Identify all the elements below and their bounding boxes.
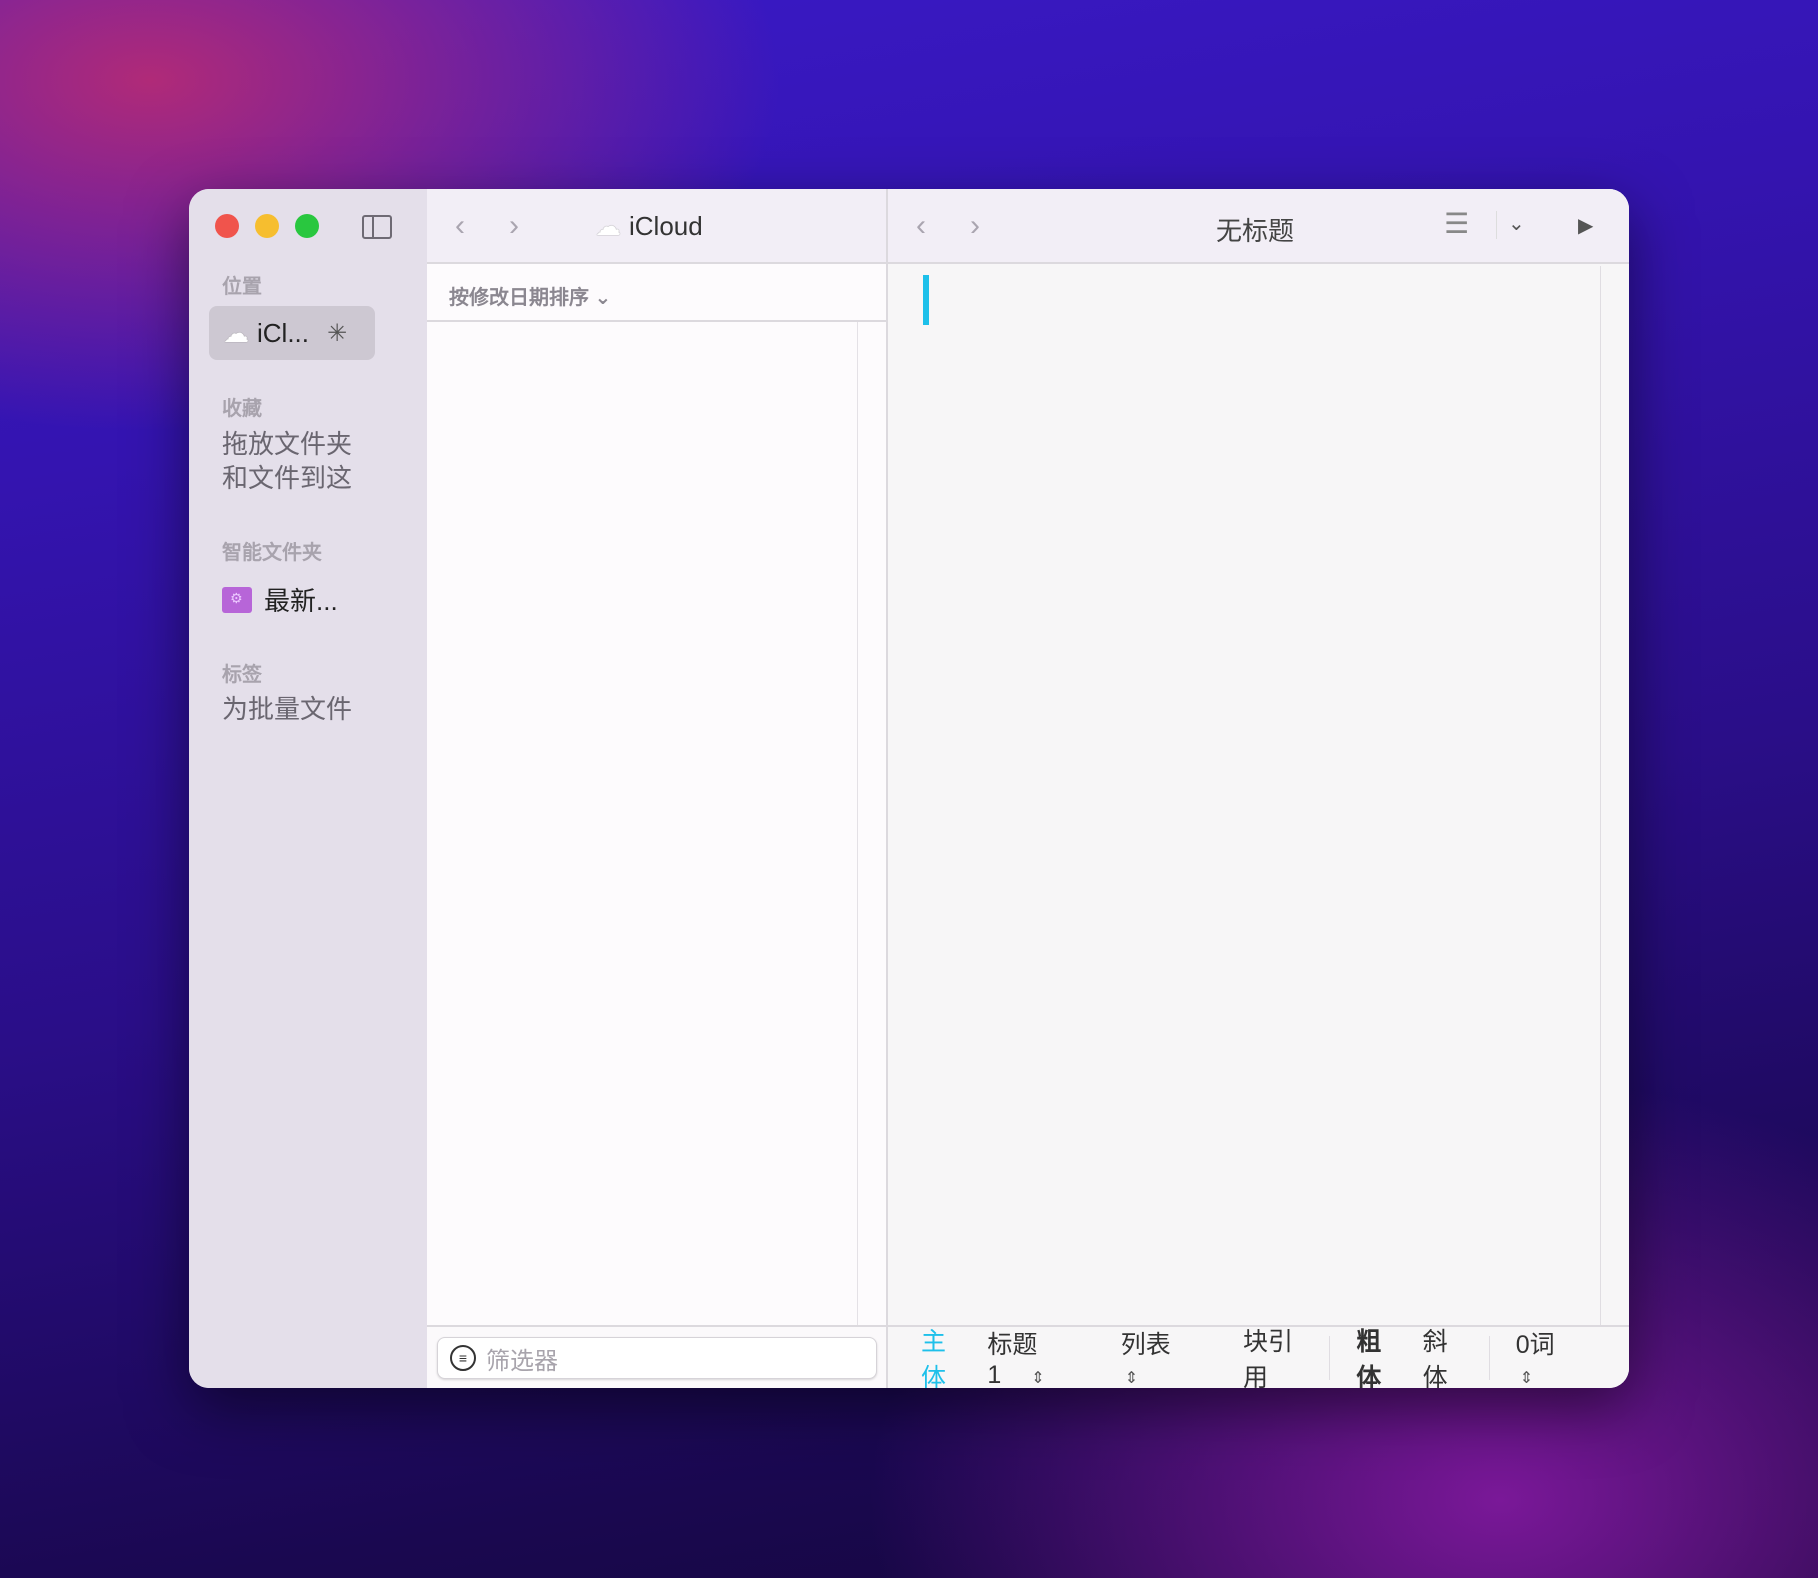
format-bold[interactable]: 粗体 [1356, 1322, 1396, 1389]
format-bar: 主体 标题1 ⇕ 列表⇕ 块引用 粗体 斜体 0词⇕ [888, 1325, 1629, 1388]
app-window: 位置 ☁ iCl... ✳ 收藏 拖放文件夹 和文件到这 智能文件夹 最新...… [189, 189, 1629, 1388]
text-cursor [923, 275, 929, 325]
file-browser: ‹ › ☁ iCloud 按修改日期排序 ⌄ ≡ 筛选器 [427, 189, 888, 1388]
format-heading[interactable]: 标题1 ⇕ [987, 1325, 1094, 1388]
word-count-label: 0词 [1515, 1331, 1555, 1359]
sort-label: 按修改日期排序 [449, 287, 589, 309]
sidebar-item-label: iCl... [257, 317, 309, 348]
chevron-down-icon[interactable]: ⌄ [1508, 211, 1525, 236]
tags-hint: 为批量文件 [222, 694, 353, 724]
section-favorites: 收藏 [222, 398, 262, 420]
list-label: 列表 [1120, 1331, 1171, 1359]
browser-toolbar: ‹ › ☁ iCloud [427, 189, 886, 264]
sidebar-item-recent[interactable]: 最新... [222, 581, 338, 618]
editor[interactable]: ‹ › 无标题 ☰ ⌄ ▶ 主体 标题1 ⇕ 列表⇕ 块引用 粗体 斜体 0词⇕ [888, 189, 1629, 1388]
cloud-icon: ☁ [595, 211, 621, 241]
browser-title: iCloud [629, 211, 703, 241]
favorites-hint-line1: 拖放文件夹 [222, 429, 353, 459]
spinner-icon: ✳ [327, 319, 348, 347]
format-body[interactable]: 主体 [921, 1322, 961, 1389]
zoom-button[interactable] [295, 214, 319, 238]
filter-placeholder: 筛选器 [486, 1347, 558, 1375]
format-italic[interactable]: 斜体 [1423, 1322, 1463, 1389]
format-list[interactable]: 列表 ⇕ [1121, 1325, 1217, 1388]
divider [1488, 1335, 1490, 1380]
back-icon[interactable]: ‹ [916, 209, 926, 243]
play-icon[interactable]: ▶ [1578, 213, 1593, 238]
forward-icon[interactable]: › [970, 209, 980, 243]
section-locations: 位置 [222, 276, 262, 298]
sidebar-item-icloud[interactable]: ☁ iCl... ✳ [209, 306, 375, 360]
outline-icon[interactable]: ☰ [1444, 207, 1469, 240]
chevron-down-icon: ⌄ [589, 287, 612, 309]
sidebar-toggle-icon[interactable] [362, 215, 392, 239]
sidebar: 位置 ☁ iCl... ✳ 收藏 拖放文件夹 和文件到这 智能文件夹 最新...… [189, 189, 427, 1388]
close-button[interactable] [215, 214, 239, 238]
heading-label: 标题1 [987, 1331, 1038, 1388]
updown-icon: ⇕ [1031, 1370, 1045, 1387]
cloud-icon: ☁ [223, 317, 249, 348]
document-title: 无标题 [1216, 216, 1295, 246]
smart-folder-icon [222, 586, 252, 613]
filter-icon: ≡ [450, 1345, 476, 1371]
scrollbar-track[interactable] [857, 322, 858, 1325]
filter-input[interactable]: ≡ 筛选器 [437, 1337, 877, 1379]
favorites-hint-line2: 和文件到这 [222, 463, 353, 493]
back-icon[interactable]: ‹ [455, 209, 465, 243]
word-count[interactable]: 0词 ⇕ [1516, 1325, 1603, 1388]
forward-icon[interactable]: › [509, 209, 519, 243]
section-smart-folders: 智能文件夹 [222, 542, 322, 564]
updown-icon: ⇕ [1124, 1370, 1139, 1387]
scrollbar-track[interactable] [1600, 266, 1601, 1325]
divider [1496, 211, 1497, 239]
format-blockquote[interactable]: 块引用 [1243, 1322, 1303, 1389]
sidebar-item-label: 最新... [264, 586, 338, 616]
sort-menu[interactable]: 按修改日期排序 ⌄ [427, 266, 886, 322]
editor-toolbar: ‹ › 无标题 ☰ ⌄ ▶ [888, 189, 1629, 264]
minimize-button[interactable] [255, 214, 279, 238]
divider [1329, 1335, 1331, 1380]
section-tags: 标签 [222, 664, 262, 686]
updown-icon: ⇕ [1519, 1370, 1534, 1387]
